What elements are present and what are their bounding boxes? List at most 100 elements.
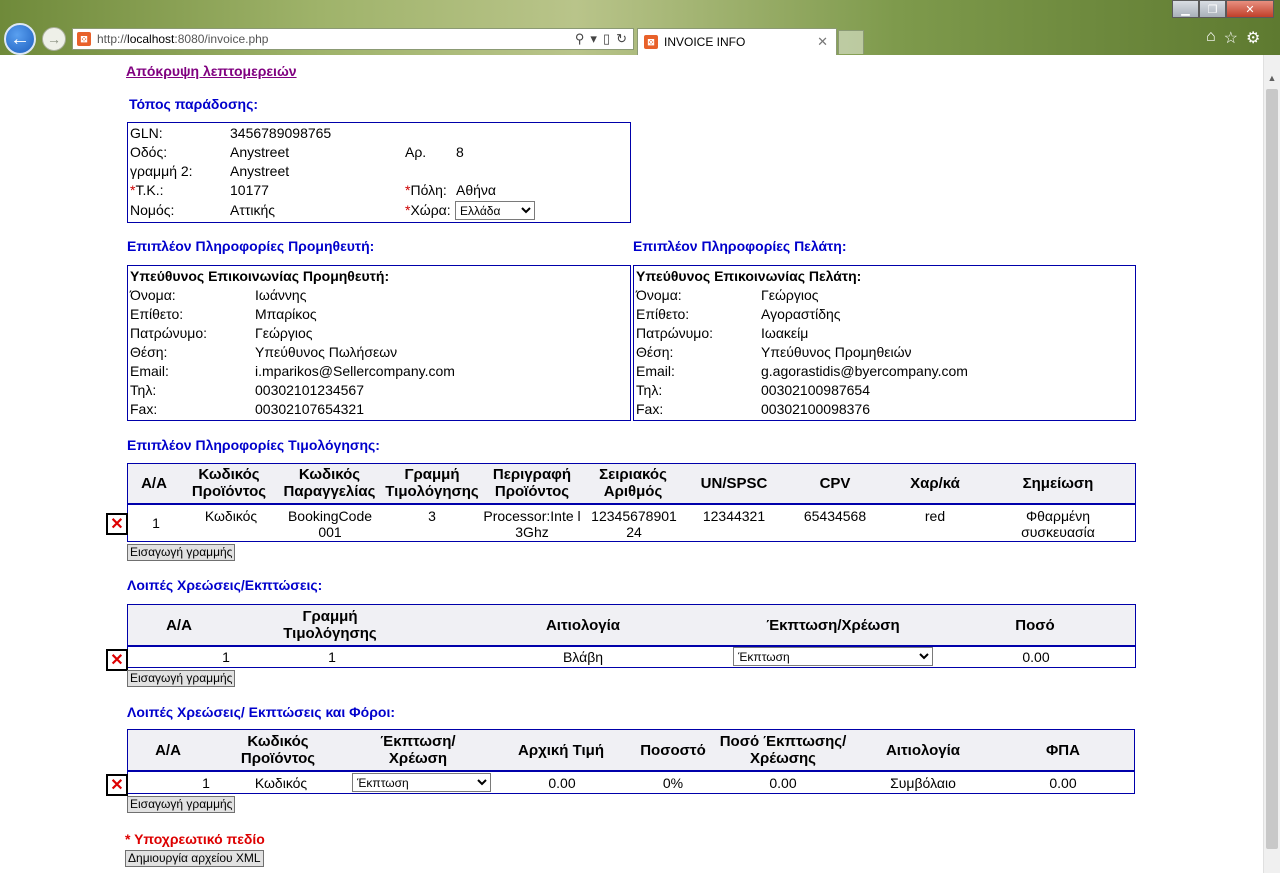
col-percentage: Ποσοστό xyxy=(640,742,706,759)
cell-order-code: BookingCode 001 xyxy=(287,508,373,540)
add-invoicing-row-button[interactable]: Εισαγωγή γραμμής xyxy=(127,544,236,561)
cell-cpv: 65434568 xyxy=(803,508,867,524)
col-reason: Αιτιολογία xyxy=(885,742,961,759)
contact-value: Αγοραστίδης xyxy=(761,306,841,322)
tab-favicon-icon: ⊠ xyxy=(644,35,658,49)
col-product-code: Κωδικός Προϊόντος xyxy=(240,733,316,767)
delivery-box: GLN: 3456789098765 Οδός: Anystreet Αρ. 8… xyxy=(127,122,631,223)
tab-invoice-info[interactable]: ⊠ INVOICE INFO ✕ xyxy=(637,28,837,55)
cell-aa: 1 xyxy=(222,649,230,665)
col-order-code: Κωδικός Παραγγελίας xyxy=(283,466,376,500)
site-favicon-icon: ⊠ xyxy=(77,32,91,46)
delete-row-icon[interactable]: ✕ xyxy=(106,513,128,535)
cell-vat: 0.00 xyxy=(1049,775,1077,791)
city-value: Αθήνα xyxy=(456,182,497,198)
contact-label: Τηλ: xyxy=(130,382,157,398)
charges-taxes-header-row: Α/Α Κωδικός Προϊόντος Έκπτωση/ Χρέωση Αρ… xyxy=(128,730,1134,772)
add-charges-taxes-row-button[interactable]: Εισαγωγή γραμμής xyxy=(127,796,236,813)
contact-label: Όνομα: xyxy=(130,287,176,303)
minimize-icon[interactable]: ▁ xyxy=(1172,0,1199,18)
contact-value: g.agorastidis@byercompany.com xyxy=(761,363,968,379)
compat-view-icon[interactable]: ▯ xyxy=(603,31,610,47)
cell-reason: Συμβόλαιο xyxy=(890,775,956,791)
customer-box: Υπεύθυνος Επικοινωνίας Πελάτη: Όνομα: Γεώ… xyxy=(633,265,1136,421)
page-content: Απόκρυψη λεπτομερειών Τόπος παράδοσης: G… xyxy=(0,55,1262,873)
cell-aa: 1 xyxy=(202,775,210,791)
col-product-code: Κωδικός Προϊόντος xyxy=(191,466,267,500)
cell-reason: Βλάβη xyxy=(562,649,604,665)
contact-label: Email: xyxy=(636,363,675,379)
contact-value: Ιωάννης xyxy=(255,287,307,303)
invoicing-table: Α/Α Κωδικός Προϊόντος Κωδικός Παραγγελία… xyxy=(127,463,1136,542)
cell-product-desc: Processor:Inte l 3Ghz xyxy=(483,508,581,540)
create-xml-button[interactable]: Δημιουργία αρχείου XML xyxy=(125,850,264,867)
discount-charge-select[interactable]: Έκπτωση xyxy=(352,773,491,792)
customer-contact-heading: Υπεύθυνος Επικοινωνίας Πελάτη: xyxy=(636,268,862,284)
street-label: Οδός: xyxy=(130,144,168,160)
region-value: Αττικής xyxy=(230,202,276,218)
delete-row-icon[interactable]: ✕ xyxy=(106,649,128,671)
charges-title: Λοιπές Χρεώσεις/Εκπτώσεις: xyxy=(127,577,323,593)
contact-label: Θέση: xyxy=(130,344,168,360)
supplier-box: Υπεύθυνος Επικοινωνίας Προμηθευτή: Όνομα… xyxy=(127,265,631,421)
scroll-up-arrow-icon[interactable]: ▲ xyxy=(1264,70,1280,86)
cell-invoice-line: 3 xyxy=(428,508,436,524)
cell-discount-amount: 0.00 xyxy=(769,775,797,791)
window-controls: ▁ ❐ ✕ xyxy=(1172,0,1274,18)
forward-button[interactable]: → xyxy=(42,27,66,51)
gln-label: GLN: xyxy=(130,125,163,141)
scrollbar-thumb[interactable] xyxy=(1266,89,1278,849)
city-label-group: *Πόλη: xyxy=(405,182,447,198)
contact-value: 00302101234567 xyxy=(255,382,365,398)
contact-value: Γεώργιος xyxy=(761,287,819,303)
address-bar[interactable]: ⊠ http://localhost:8080/invoice.php ⚲ ▾ … xyxy=(72,28,634,50)
dropdown-icon[interactable]: ▾ xyxy=(590,31,597,47)
cell-product-code: Κωδικός xyxy=(204,508,258,524)
col-serial: Σειριακός Αριθμός xyxy=(599,466,667,500)
country-select[interactable]: Ελλάδα xyxy=(455,201,535,220)
discount-charge-select[interactable]: Έκπτωση xyxy=(733,647,933,666)
country-label-group: *Χώρα: xyxy=(405,202,451,218)
col-characteristics: Χαρ/κά xyxy=(910,475,960,492)
url-host: localhost xyxy=(127,32,175,46)
region-label: Νομός: xyxy=(130,202,175,218)
cell-invoice-line: 1 xyxy=(328,649,336,665)
url-prefix: http:// xyxy=(97,32,128,46)
delete-row-icon[interactable]: ✕ xyxy=(106,774,128,796)
col-reason: Αιτιολογία xyxy=(545,617,621,634)
search-icon[interactable]: ⚲ xyxy=(575,31,585,47)
vertical-scrollbar[interactable]: ▲ xyxy=(1263,55,1280,873)
charges-header-row: Α/Α Γραμμή Τιμολόγησης Αιτιολογία Έκπτωσ… xyxy=(128,605,1135,647)
contact-value: Υπεύθυνος Προμηθειών xyxy=(761,344,912,360)
favorites-star-icon[interactable]: ☆ xyxy=(1224,28,1238,48)
hide-details-link[interactable]: Απόκρυψη λεπτομερειών xyxy=(126,63,297,79)
contact-label: Τηλ: xyxy=(636,382,663,398)
zip-label-group: *Τ.Κ.: xyxy=(130,182,163,198)
col-discount-amount: Ποσό Έκπτωσης/ Χρέωσης xyxy=(719,733,847,767)
home-icon[interactable]: ⌂ xyxy=(1206,28,1216,48)
col-amount: Ποσό xyxy=(1015,617,1055,634)
contact-label: Επίθετο: xyxy=(636,306,690,322)
number-value: 8 xyxy=(456,144,464,160)
cell-product-code: Κωδικός xyxy=(254,775,308,791)
line2-value: Anystreet xyxy=(230,163,290,179)
cell-characteristics: red xyxy=(924,508,946,524)
back-button[interactable]: ← xyxy=(4,23,36,55)
tab-close-icon[interactable]: ✕ xyxy=(817,34,828,50)
col-vat: ΦΠΑ xyxy=(1046,742,1080,759)
required-field-note: * Υποχρεωτικό πεδίο xyxy=(125,831,265,847)
contact-label: Πατρώνυμο: xyxy=(636,325,714,341)
line2-label: γραμμή 2: xyxy=(130,163,193,179)
contact-label: Fax: xyxy=(636,401,664,417)
col-unspsc: UN/SPSC xyxy=(700,475,768,492)
settings-gear-icon[interactable]: ⚙ xyxy=(1246,28,1260,48)
contact-value: i.mparikos@Sellercompany.com xyxy=(255,363,455,379)
cell-aa: 1 xyxy=(152,515,160,531)
new-tab-button[interactable] xyxy=(838,30,864,54)
forward-arrow-icon: → xyxy=(47,31,61,47)
close-window-icon[interactable]: ✕ xyxy=(1226,0,1274,18)
maximize-icon[interactable]: ❐ xyxy=(1199,0,1226,18)
refresh-icon[interactable]: ↻ xyxy=(616,31,627,47)
add-charges-row-button[interactable]: Εισαγωγή γραμμής xyxy=(127,670,236,687)
contact-label: Πατρώνυμο: xyxy=(130,325,208,341)
